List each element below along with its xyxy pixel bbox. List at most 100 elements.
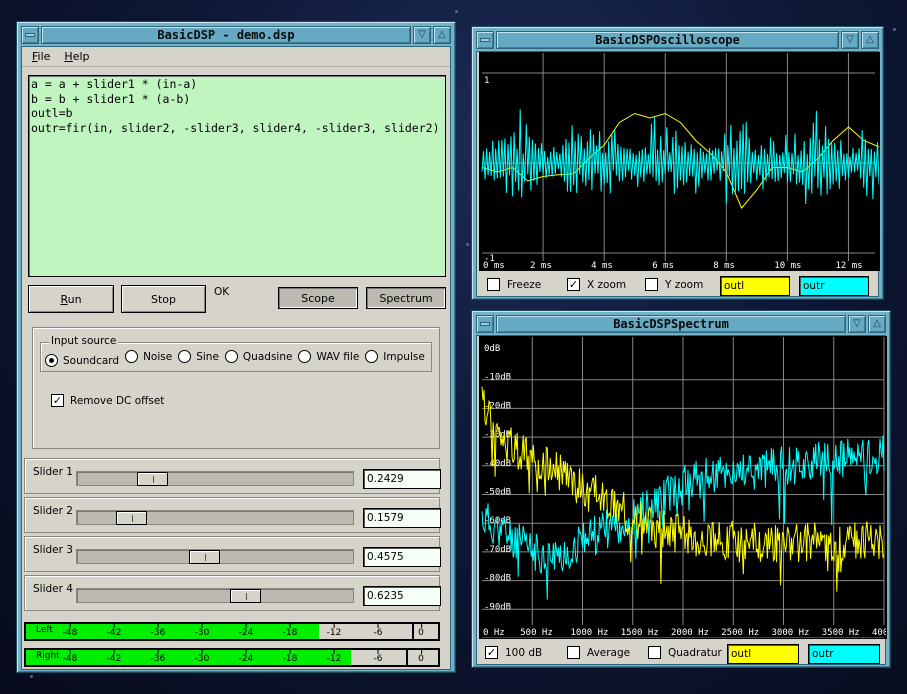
main-titlebar[interactable]: BasicDSP - demo.dsp ▽ △ (21, 26, 451, 44)
x-tick-label: 6 ms (652, 261, 674, 270)
checkbox-box[interactable] (648, 646, 661, 659)
slider-track[interactable] (76, 588, 354, 603)
radio-soundcard[interactable]: Soundcard (45, 354, 119, 367)
radio-sine[interactable]: Sine (178, 350, 219, 363)
yzoom-checkbox[interactable]: Y zoom (645, 278, 703, 291)
radio-wav-file[interactable]: WAV file (298, 350, 359, 363)
minimize-button[interactable]: ▽ (413, 26, 431, 44)
checkbox-box[interactable]: ✓ (567, 278, 580, 291)
maximize-button[interactable]: △ (433, 26, 451, 44)
window-menu-button[interactable] (21, 26, 39, 44)
minimize-button[interactable]: ▽ (841, 31, 859, 49)
slider-label: Slider 3 (33, 544, 73, 556)
meter-tick-label: -6 (373, 650, 383, 664)
slider-value-field[interactable]: 0.2429 (363, 469, 441, 489)
x-tick-label: 3500 Hz (822, 628, 860, 638)
scope-button[interactable]: Scope (278, 287, 358, 309)
radio-label: Sine (196, 350, 219, 363)
x-tick-label: 1500 Hz (621, 628, 659, 638)
menu-file[interactable]: File (32, 50, 50, 63)
radio-circle[interactable] (178, 350, 192, 363)
outl-channel-field[interactable]: outl (720, 276, 790, 296)
spectrum-window: BasicDSPSpectrum ▽ △ 0dB -10dB -20dB -30dB -… (471, 310, 907, 668)
slider-row-3: Slider 3 0.4575 (24, 536, 441, 572)
radio-circle[interactable] (45, 354, 58, 367)
meter-tick-label: -36 (150, 624, 166, 638)
meter-tick-label: -12 (326, 650, 342, 664)
slider-row-4: Slider 4 0.6235 (24, 575, 441, 611)
slider-label: Slider 1 (33, 466, 73, 478)
outl-channel-field[interactable]: outl (727, 644, 799, 664)
maximize-icon: △ (866, 34, 874, 45)
remove-dc-checkbox[interactable]: ✓ Remove DC offset (51, 394, 164, 407)
checkbox-box[interactable] (567, 646, 580, 659)
radio-quadsine[interactable]: Quadsine (224, 350, 292, 363)
radio-circle[interactable] (125, 350, 139, 363)
db100-checkbox[interactable]: ✓ 100 dB (485, 646, 542, 659)
scope-canvas: 1-10 ms 2 ms 4 ms 6 ms 8 ms 10 ms 12 ms (481, 53, 880, 271)
scope-client: 1 -1 0 ms 2 ms 4 ms 6 ms 8 ms 10 ms 12 ms Freeze… (476, 51, 880, 297)
slider-track[interactable] (76, 510, 354, 525)
status-text: OK (214, 286, 230, 298)
freeze-checkbox[interactable]: Freeze (487, 278, 541, 291)
stop-button[interactable]: Stop (121, 285, 206, 313)
outr-trace (481, 109, 880, 205)
checkbox-box[interactable] (645, 278, 658, 291)
radio-circle[interactable] (224, 350, 238, 363)
radio-circle[interactable] (298, 350, 312, 363)
scope-titlebar[interactable]: BasicDSPOscilloscope ▽ △ (476, 31, 879, 49)
x-tick-label: 4000 Hz (872, 628, 886, 638)
input-source-legend: Input source (49, 335, 119, 347)
level-meter-right: Right -48 -42 -36 -30 -24 -18 -12 -6 0 (24, 648, 440, 667)
run-label: Run (60, 292, 82, 306)
spectrum-button[interactable]: Spectrum (366, 287, 446, 309)
slider-thumb[interactable] (115, 511, 147, 525)
x-tick-label: 1000 Hz (571, 628, 609, 638)
checkbox-box[interactable]: ✓ (485, 646, 498, 659)
menu-help[interactable]: Help (64, 50, 89, 63)
input-source-options: Soundcard Noise Sine Quadsine WAV file Impuls… (45, 350, 431, 367)
scope-label: Scope (301, 291, 335, 305)
meter-tick-label: -36 (150, 650, 166, 664)
slider-value-field[interactable]: 0.4575 (363, 547, 441, 567)
radio-impulse[interactable]: Impulse (365, 350, 425, 363)
slider-track[interactable] (76, 471, 354, 486)
db100-label: 100 dB (505, 646, 543, 659)
quadrature-label: Quadratur (668, 646, 722, 659)
code-editor[interactable]: a = a + slider1 * (in-a) b = b + slider1… (28, 75, 446, 277)
checkbox-box[interactable] (487, 278, 500, 291)
average-checkbox[interactable]: Average (567, 646, 630, 659)
scope-window: BasicDSPOscilloscope ▽ △ 1 -1 0 ms 2 ms 4 ms… (471, 26, 884, 300)
outr-channel-field[interactable]: outr (808, 644, 880, 664)
slider-thumb[interactable] (229, 589, 261, 603)
background-star (30, 675, 33, 678)
run-button[interactable]: Run (28, 285, 114, 313)
window-menu-button[interactable] (476, 315, 494, 333)
minimize-button[interactable]: ▽ (848, 315, 866, 333)
slider-track[interactable] (76, 549, 354, 564)
slider-value-field[interactable]: 0.6235 (363, 586, 441, 606)
y-tick-label: -50dB (484, 488, 511, 498)
slider-thumb[interactable] (136, 472, 168, 486)
slider-thumb[interactable] (189, 550, 221, 564)
quadrature-checkbox[interactable]: Quadratur (648, 646, 722, 659)
maximize-button[interactable]: △ (868, 315, 886, 333)
minimize-icon: ▽ (418, 29, 426, 40)
meter-tick-label: -30 (194, 624, 210, 638)
background-star (466, 243, 469, 246)
checkbox-box[interactable]: ✓ (51, 394, 64, 407)
radio-noise[interactable]: Noise (125, 350, 172, 363)
slider-value-field[interactable]: 0.1579 (363, 508, 441, 528)
window-menu-button[interactable] (476, 31, 494, 49)
minimize-icon: ▽ (853, 318, 861, 329)
y-tick-label: -10dB (484, 373, 511, 383)
radio-label: Noise (143, 350, 173, 363)
xzoom-checkbox[interactable]: ✓ X zoom (567, 278, 626, 291)
main-client: File Help a = a + slider1 * (in-a) b = b… (21, 46, 451, 670)
spectrum-titlebar[interactable]: BasicDSPSpectrum ▽ △ (476, 315, 886, 333)
maximize-button[interactable]: △ (861, 31, 879, 49)
outr-channel-field[interactable]: outr (799, 276, 869, 296)
radio-circle[interactable] (365, 350, 379, 363)
window-menu-icon (25, 33, 35, 37)
input-source-group: Input source Soundcard Noise Sine Quadsine W… (40, 335, 432, 372)
